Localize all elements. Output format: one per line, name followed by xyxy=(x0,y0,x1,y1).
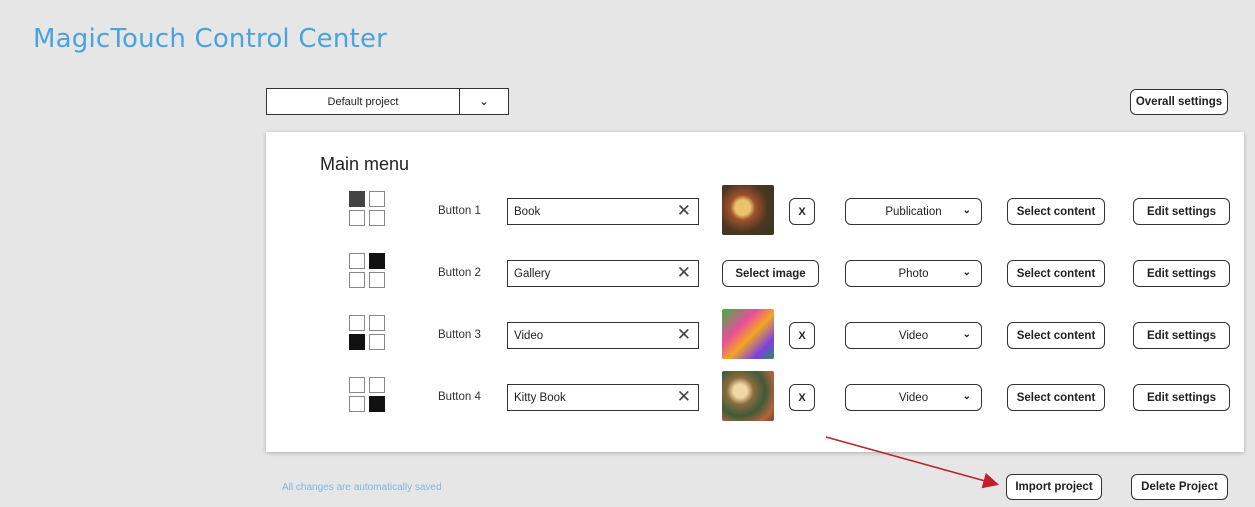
button-name-input[interactable]: Kitty Book ✕ xyxy=(507,384,699,411)
edit-settings-button[interactable]: Edit settings xyxy=(1133,322,1230,349)
select-content-button[interactable]: Select content xyxy=(1007,384,1105,411)
position-grid-icon xyxy=(349,377,391,413)
delete-project-button[interactable]: Delete Project xyxy=(1131,474,1228,500)
select-value: Video xyxy=(898,329,929,342)
chevron-down-icon[interactable]: ⌄ xyxy=(460,89,508,114)
autosave-note: All changes are automatically saved xyxy=(282,482,442,493)
row-label: Button 1 xyxy=(438,205,481,217)
clear-icon[interactable]: ✕ xyxy=(677,326,691,344)
button-name-input[interactable]: Book ✕ xyxy=(507,198,699,225)
remove-image-button[interactable]: X xyxy=(789,198,815,225)
button-thumbnail-image xyxy=(722,185,774,235)
edit-settings-button[interactable]: Edit settings xyxy=(1133,198,1230,225)
content-type-select[interactable]: Video ⌄ xyxy=(845,384,982,411)
panel-title: Main menu xyxy=(320,154,410,174)
button-name-input[interactable]: Gallery ✕ xyxy=(507,260,699,287)
input-value: Video xyxy=(514,329,544,342)
annotation-arrow-icon xyxy=(825,436,1000,489)
select-content-button[interactable]: Select content xyxy=(1007,198,1105,225)
content-type-select[interactable]: Video ⌄ xyxy=(845,322,982,349)
import-project-button[interactable]: Import project xyxy=(1006,474,1102,500)
overall-settings-button[interactable]: Overall settings xyxy=(1130,89,1228,115)
app-title: MagicTouch Control Center xyxy=(33,24,388,54)
button-thumbnail-image xyxy=(722,371,774,421)
row-label: Button 3 xyxy=(438,329,481,341)
chevron-down-icon: ⌄ xyxy=(962,329,971,340)
edit-settings-button[interactable]: Edit settings xyxy=(1133,260,1230,287)
button-name-input[interactable]: Video ✕ xyxy=(507,322,699,349)
content-type-select[interactable]: Photo ⌄ xyxy=(845,260,982,287)
select-value: Photo xyxy=(898,267,929,280)
row-label: Button 2 xyxy=(438,267,481,279)
main-menu-panel: Main menu Button 1 Book ✕ X Publication … xyxy=(266,132,1244,452)
select-content-button[interactable]: Select content xyxy=(1007,322,1105,349)
remove-image-button[interactable]: X xyxy=(789,322,815,349)
select-image-button[interactable]: Select image xyxy=(722,260,819,287)
clear-icon[interactable]: ✕ xyxy=(677,388,691,406)
select-value: Video xyxy=(898,391,929,404)
clear-icon[interactable]: ✕ xyxy=(677,264,691,282)
content-type-select[interactable]: Publication ⌄ xyxy=(845,198,982,225)
chevron-down-icon: ⌄ xyxy=(962,391,971,402)
input-value: Gallery xyxy=(514,267,551,280)
position-grid-icon xyxy=(349,191,391,227)
row-label: Button 4 xyxy=(438,391,481,403)
project-dropdown-value: Default project xyxy=(267,89,460,114)
position-grid-icon xyxy=(349,315,391,351)
select-value: Publication xyxy=(885,205,942,218)
input-value: Kitty Book xyxy=(514,391,566,404)
clear-icon[interactable]: ✕ xyxy=(677,202,691,220)
edit-settings-button[interactable]: Edit settings xyxy=(1133,384,1230,411)
remove-image-button[interactable]: X xyxy=(789,384,815,411)
project-dropdown[interactable]: Default project ⌄ xyxy=(266,88,509,115)
position-grid-icon xyxy=(349,253,391,289)
input-value: Book xyxy=(514,205,541,218)
chevron-down-icon: ⌄ xyxy=(962,267,971,278)
chevron-down-icon: ⌄ xyxy=(962,205,971,216)
select-content-button[interactable]: Select content xyxy=(1007,260,1105,287)
button-thumbnail-image xyxy=(722,309,774,359)
